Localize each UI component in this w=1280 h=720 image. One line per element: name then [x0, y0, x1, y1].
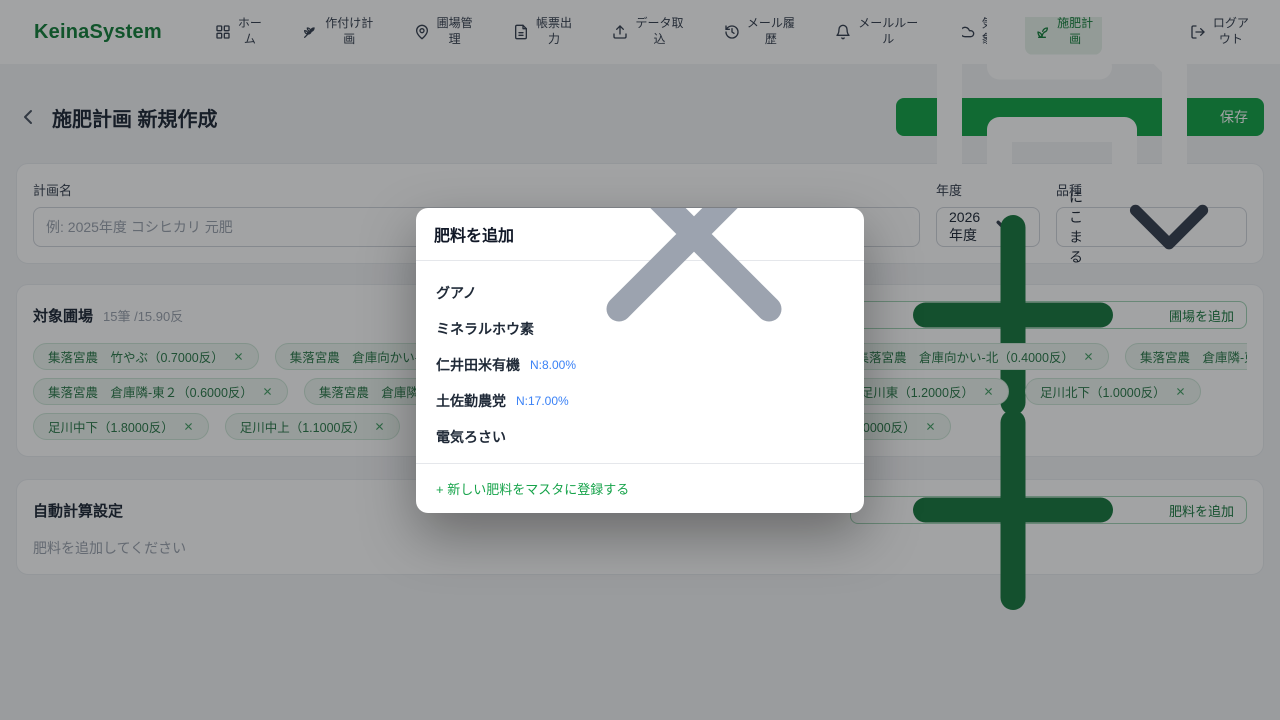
fertilizer-name: 土佐勤農党 — [436, 391, 506, 411]
modal-wrap: 肥料を追加 グアノ ミネラルホウ素 仁井田米有機 N:8.00% 土佐勤農党 N… — [0, 0, 1280, 720]
modal-title: 肥料を追加 — [434, 222, 514, 246]
modal-footer: + 新しい肥料をマスタに登録する — [416, 463, 864, 513]
fertilizer-name: 仁井田米有機 — [436, 355, 520, 375]
fertilizer-name: ミネラルホウ素 — [436, 319, 534, 339]
fertilizer-name: 電気ろさい — [436, 427, 506, 447]
fertilizer-n-badge: N:17.00% — [516, 394, 569, 408]
register-new-fertilizer-link[interactable]: + 新しい肥料をマスタに登録する — [436, 479, 629, 498]
close-icon — [544, 208, 844, 384]
fertilizer-n-badge: N:8.00% — [530, 358, 576, 372]
modal-header: 肥料を追加 — [416, 208, 864, 261]
modal-close-button[interactable] — [542, 208, 846, 386]
fertilizer-name: グアノ — [436, 283, 477, 303]
add-fertilizer-modal: 肥料を追加 グアノ ミネラルホウ素 仁井田米有機 N:8.00% 土佐勤農党 N… — [416, 208, 864, 513]
fertilizer-list-item[interactable]: 電気ろさい — [416, 419, 864, 455]
fertilizer-list-item[interactable]: 土佐勤農党 N:17.00% — [416, 383, 864, 419]
